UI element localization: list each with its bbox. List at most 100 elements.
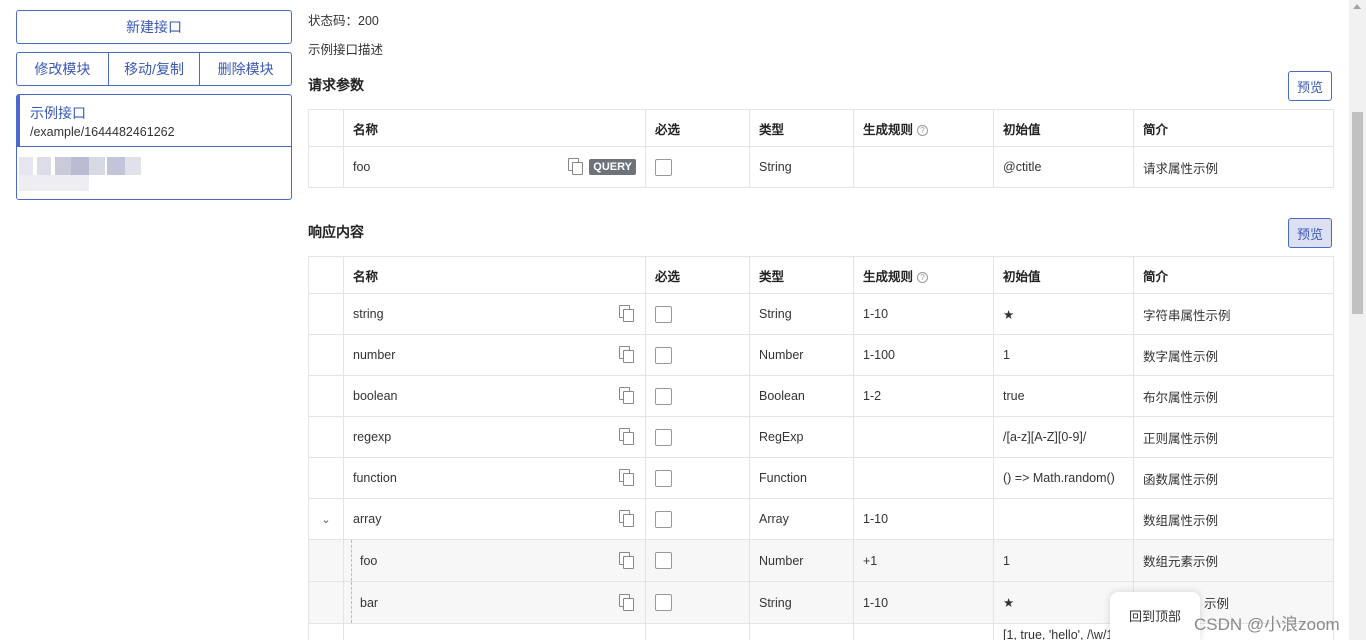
field-value: 1 xyxy=(993,334,1134,376)
table-row: regexp RegExp /[a-z][A-Z][0-9]/正则属性示例 xyxy=(308,416,1334,458)
col-rule: 生成规则? xyxy=(853,256,994,294)
field-type xyxy=(749,623,854,640)
field-name-cell: string xyxy=(343,293,646,335)
field-rule xyxy=(853,623,994,640)
copy-icon[interactable] xyxy=(619,305,635,323)
copy-icon[interactable] xyxy=(619,346,635,364)
copy-icon[interactable] xyxy=(619,510,635,528)
copy-icon[interactable] xyxy=(619,387,635,405)
watermark: CSDN @小浪zoom xyxy=(1194,615,1340,634)
move-copy-button[interactable]: 移动/复制 xyxy=(109,53,201,85)
table-header: 名称 必选 类型 生成规则? 初始值 简介 xyxy=(308,109,1334,147)
required-checkbox[interactable] xyxy=(655,552,672,569)
copy-icon[interactable] xyxy=(619,428,635,446)
param-name: foo xyxy=(353,160,371,174)
field-name-cell: function xyxy=(343,457,646,499)
field-name: foo xyxy=(360,553,378,568)
chevron-down-icon[interactable]: ⌄ xyxy=(321,513,330,526)
field-type: String xyxy=(749,293,854,335)
field-name-cell xyxy=(343,623,646,640)
field-desc: 数字属性示例 xyxy=(1133,334,1334,376)
col-required: 必选 xyxy=(645,256,750,294)
table-row: foo QUERY String @ctitle 请求属性示例 xyxy=(308,146,1334,188)
help-icon[interactable]: ? xyxy=(917,271,929,283)
col-required: 必选 xyxy=(645,109,750,147)
field-name: array xyxy=(353,512,382,526)
response-preview-button[interactable]: 预览 xyxy=(1288,218,1332,248)
scroll-thumb[interactable] xyxy=(1352,112,1363,314)
required-checkbox[interactable] xyxy=(655,346,672,364)
table-row: string String 1-10 ★ 字符串属性示例 xyxy=(308,293,1334,335)
response-table: 名称 必选 类型 生成规则? 初始值 简介 string String 1-10 ★ 字… xyxy=(308,256,1334,640)
table-row: ⌄ array Array 1-10 数组属性示例 xyxy=(308,498,1334,540)
col-rule: 生成规则? xyxy=(853,109,994,147)
field-desc: 字符串属性示例 xyxy=(1133,293,1334,335)
field-rule: +1 xyxy=(853,539,994,582)
field-rule: 1-2 xyxy=(853,375,994,417)
col-initial-value: 初始值 xyxy=(993,109,1134,147)
field-desc: 函数属性示例 xyxy=(1133,457,1334,499)
required-checkbox[interactable] xyxy=(655,469,672,487)
table-header: 名称 必选 类型 生成规则? 初始值 简介 xyxy=(308,256,1334,294)
field-type: Number xyxy=(749,334,854,376)
scroll-up-arrow-icon[interactable] xyxy=(1353,4,1361,9)
interface-name: 示例接口 xyxy=(30,105,86,121)
col-description: 简介 xyxy=(1133,109,1334,147)
col-description: 简介 xyxy=(1133,256,1334,294)
copy-icon[interactable] xyxy=(619,469,635,487)
table-row: foo Number +1 1 数组元素示例 xyxy=(308,539,1334,582)
sidebar: 新建接口 修改模块 移动/复制 删除模块 示例接口 /example/16444… xyxy=(16,10,292,200)
interface-path: /example/1644482461262 xyxy=(30,125,175,139)
required-checkbox[interactable] xyxy=(655,387,672,405)
module-actions: 修改模块 移动/复制 删除模块 xyxy=(16,52,292,86)
param-type: String xyxy=(749,146,854,188)
required-checkbox[interactable] xyxy=(655,510,672,528)
col-type: 类型 xyxy=(749,109,854,147)
required-checkbox[interactable] xyxy=(655,428,672,446)
field-name: bar xyxy=(360,595,379,610)
field-rule: 1-10 xyxy=(853,293,994,335)
copy-icon[interactable] xyxy=(568,158,584,176)
copy-icon[interactable] xyxy=(619,551,635,570)
field-name-cell: bar xyxy=(343,581,646,624)
edit-module-button[interactable]: 修改模块 xyxy=(17,53,109,85)
field-type: Function xyxy=(749,457,854,499)
field-value: /[a-z][A-Z][0-9]/ xyxy=(993,416,1134,458)
interface-list: 示例接口 /example/1644482461262 xyxy=(16,94,292,200)
interface-item-example[interactable]: 示例接口 /example/1644482461262 xyxy=(17,95,291,147)
field-name-cell: foo xyxy=(343,539,646,582)
field-type: Boolean xyxy=(749,375,854,417)
scrollbar[interactable] xyxy=(1349,0,1366,640)
col-type: 类型 xyxy=(749,256,854,294)
param-value: @ctitle xyxy=(993,146,1134,188)
new-interface-button[interactable]: 新建接口 xyxy=(16,10,292,44)
field-type: Number xyxy=(749,539,854,582)
field-desc: 数组属性示例 xyxy=(1133,498,1334,540)
param-rule xyxy=(853,146,994,188)
field-rule xyxy=(853,457,994,499)
back-to-top-button[interactable]: 回到顶部 xyxy=(1110,592,1200,640)
field-name-cell: regexp xyxy=(343,416,646,458)
copy-icon[interactable] xyxy=(619,593,635,612)
field-desc: 正则属性示例 xyxy=(1133,416,1334,458)
request-preview-button[interactable]: 预览 xyxy=(1288,71,1332,101)
field-rule: 1-10 xyxy=(853,581,994,624)
required-checkbox[interactable] xyxy=(655,594,672,611)
table-row: function Function () => Math.random() 函数属性示… xyxy=(308,457,1334,499)
field-name-cell: array xyxy=(343,498,646,540)
field-desc: 布尔属性示例 xyxy=(1133,375,1334,417)
field-type: RegExp xyxy=(749,416,854,458)
field-rule: 1-100 xyxy=(853,334,994,376)
required-checkbox[interactable] xyxy=(655,305,672,323)
request-params-title: 请求参数 xyxy=(308,77,364,93)
required-checkbox[interactable] xyxy=(655,158,672,176)
field-name: number xyxy=(353,348,396,362)
table-row: number Number 1-100 1 数字属性示例 xyxy=(308,334,1334,376)
interface-item-blurred[interactable] xyxy=(17,147,291,199)
help-icon[interactable]: ? xyxy=(917,124,929,136)
field-rule: 1-10 xyxy=(853,498,994,540)
query-tag: QUERY xyxy=(589,159,636,175)
col-name: 名称 xyxy=(343,109,646,147)
delete-module-button[interactable]: 删除模块 xyxy=(200,53,291,85)
col-initial-value: 初始值 xyxy=(993,256,1134,294)
